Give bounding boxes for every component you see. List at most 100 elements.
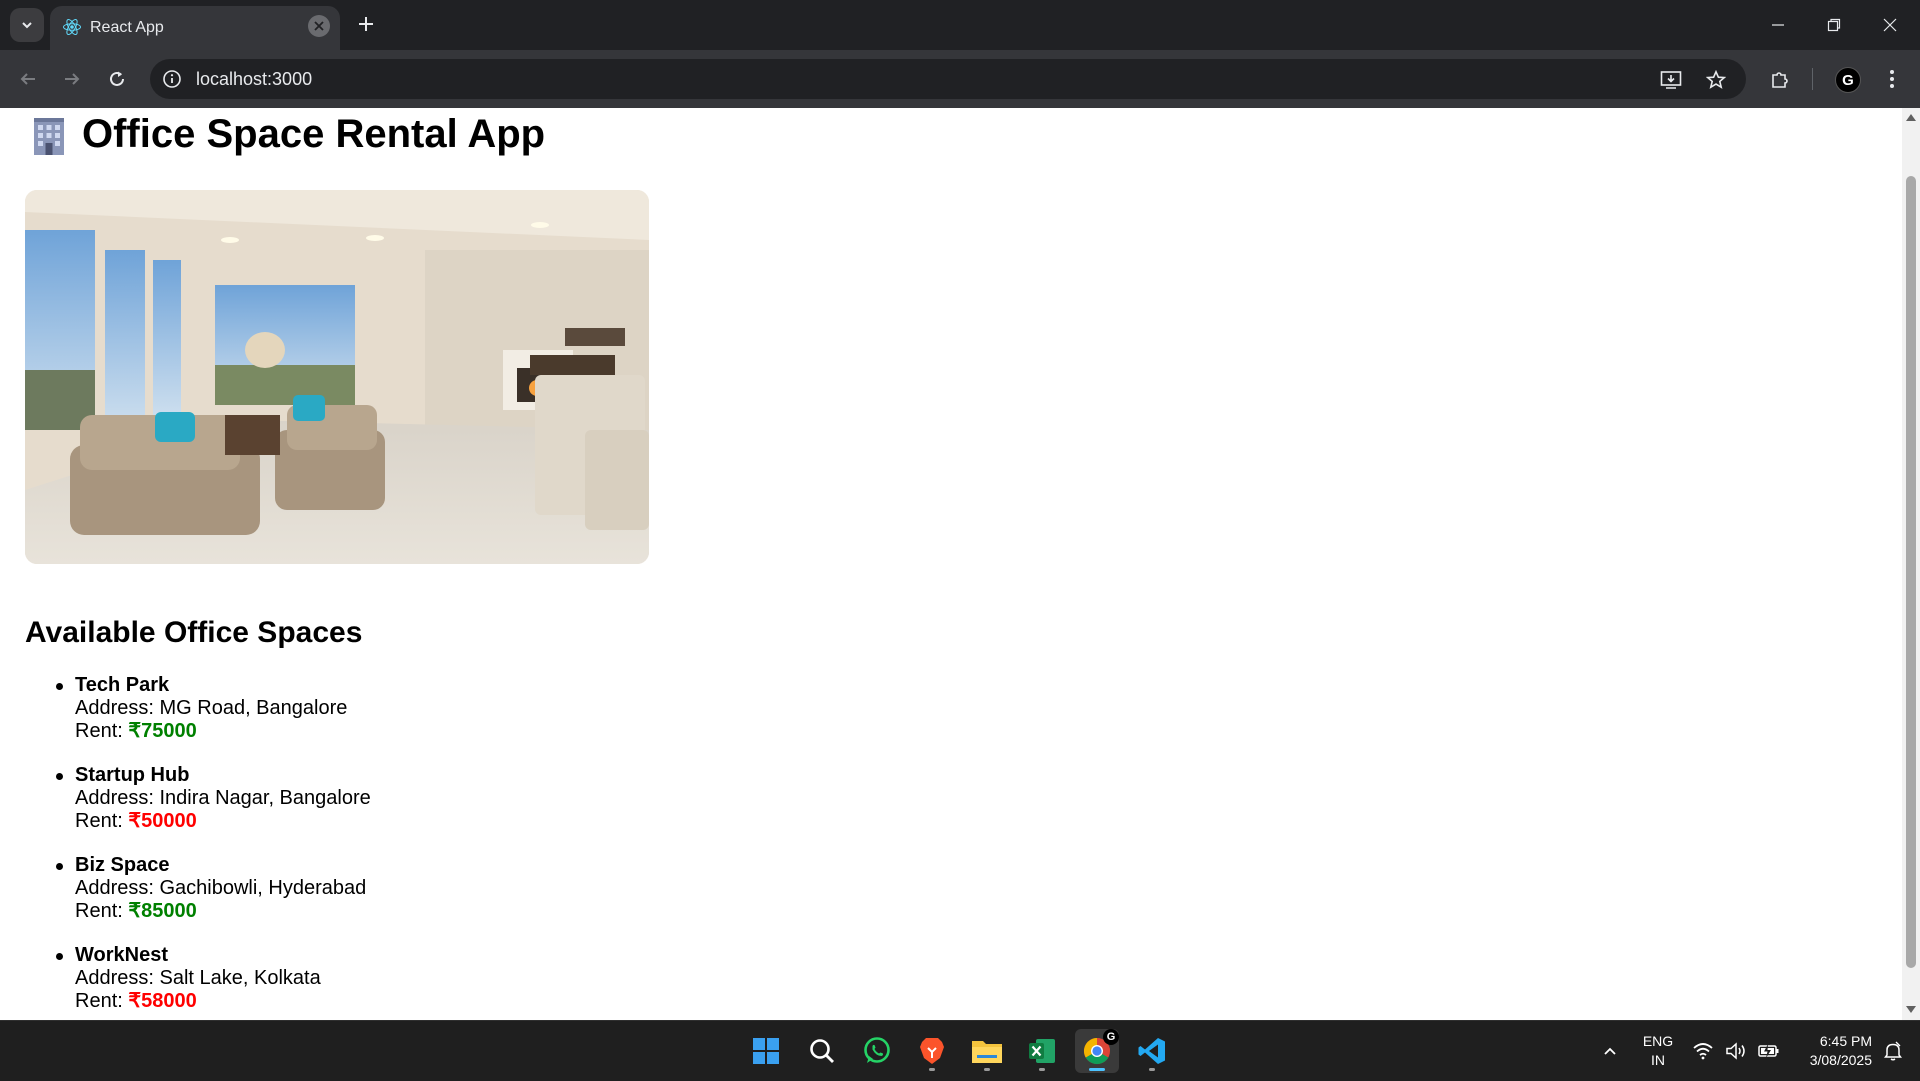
language-code: ENG bbox=[1642, 1033, 1674, 1049]
space-address: Address: MG Road, Bangalore bbox=[75, 697, 371, 720]
minimize-button[interactable] bbox=[1750, 0, 1806, 50]
section-title: Available Office Spaces bbox=[25, 616, 363, 649]
url-text[interactable]: localhost:3000 bbox=[196, 69, 312, 90]
plus-icon bbox=[359, 17, 373, 31]
office-building-icon bbox=[34, 117, 64, 155]
chevron-up-icon bbox=[1604, 1047, 1616, 1055]
clock-time: 6:45 PM bbox=[1819, 1033, 1872, 1049]
taskbar-brave[interactable] bbox=[910, 1029, 954, 1073]
toolbar-divider bbox=[1812, 68, 1813, 90]
tab-title: React App bbox=[90, 19, 164, 36]
search-button[interactable] bbox=[800, 1029, 844, 1073]
clock[interactable]: 6:45 PM 3/08/2025 bbox=[1790, 1032, 1872, 1070]
space-name: Tech Park bbox=[75, 674, 170, 696]
space-rent: Rent: ₹50000 bbox=[75, 810, 197, 832]
extensions-button[interactable] bbox=[1764, 63, 1796, 95]
tab-search-button[interactable] bbox=[10, 8, 44, 42]
running-indicator bbox=[1089, 1068, 1105, 1071]
space-address: Address: Gachibowli, Hyderabad bbox=[75, 877, 371, 900]
scroll-up-arrow[interactable] bbox=[1906, 114, 1916, 121]
show-hidden-icons-button[interactable] bbox=[1590, 1029, 1630, 1073]
scroll-thumb[interactable] bbox=[1906, 176, 1916, 968]
chrome-profile-badge: G bbox=[1103, 1029, 1119, 1045]
notifications-button[interactable] bbox=[1876, 1029, 1910, 1073]
office-space-list: Tech Park Address: MG Road, Bangalore Re… bbox=[56, 674, 371, 1020]
taskbar-chrome[interactable]: G bbox=[1075, 1029, 1119, 1073]
address-label: Address: bbox=[75, 787, 160, 809]
address-label: Address: bbox=[75, 967, 160, 989]
page-title: Office Space Rental App bbox=[30, 112, 545, 157]
address-value: MG Road, Bangalore bbox=[159, 697, 348, 719]
rent-value: ₹50000 bbox=[128, 810, 197, 832]
space-rent: Rent: ₹85000 bbox=[75, 900, 197, 922]
whatsapp-icon bbox=[864, 1037, 890, 1063]
star-icon bbox=[1706, 70, 1726, 89]
scroll-down-arrow[interactable] bbox=[1906, 1006, 1916, 1013]
page-viewport: Office Space Rental App Available Office… bbox=[0, 108, 1902, 1020]
space-name: Startup Hub bbox=[75, 764, 190, 786]
clock-date: 3/08/2025 bbox=[1809, 1052, 1872, 1068]
restore-button[interactable] bbox=[1806, 0, 1862, 50]
forward-button[interactable] bbox=[56, 63, 88, 95]
rent-value: ₹85000 bbox=[128, 900, 197, 922]
install-app-button[interactable] bbox=[1658, 67, 1684, 93]
install-icon bbox=[1660, 71, 1682, 89]
reload-icon bbox=[110, 71, 124, 86]
running-indicator bbox=[1039, 1068, 1045, 1071]
quick-settings-button[interactable] bbox=[1686, 1029, 1786, 1073]
start-button[interactable] bbox=[744, 1029, 788, 1073]
rent-label: Rent: bbox=[75, 990, 129, 1012]
list-item: Startup Hub Address: Indira Nagar, Banga… bbox=[56, 764, 371, 833]
address-value: Gachibowli, Hyderabad bbox=[159, 877, 367, 899]
running-indicator bbox=[929, 1068, 935, 1071]
profile-avatar[interactable]: G bbox=[1835, 67, 1861, 93]
back-button[interactable] bbox=[12, 63, 44, 95]
rent-label: Rent: bbox=[75, 810, 129, 832]
wifi-icon bbox=[1693, 1043, 1713, 1060]
brave-icon bbox=[920, 1038, 944, 1064]
menu-button[interactable] bbox=[1876, 63, 1908, 95]
list-item: Tech Park Address: MG Road, Bangalore Re… bbox=[56, 674, 371, 743]
running-indicator bbox=[1149, 1068, 1155, 1071]
tab-close-button[interactable] bbox=[308, 15, 330, 37]
close-icon bbox=[314, 21, 324, 31]
space-address: Address: Salt Lake, Kolkata bbox=[75, 967, 371, 990]
close-window-button[interactable] bbox=[1862, 0, 1918, 50]
arrow-left-icon bbox=[20, 73, 35, 85]
search-icon bbox=[810, 1039, 834, 1063]
taskbar-file-explorer[interactable] bbox=[965, 1029, 1009, 1073]
puzzle-icon bbox=[1772, 72, 1788, 88]
volume-icon bbox=[1726, 1042, 1745, 1060]
taskbar-excel[interactable] bbox=[1020, 1029, 1064, 1073]
address-label: Address: bbox=[75, 877, 160, 899]
info-icon[interactable] bbox=[162, 69, 182, 89]
tab-strip: React App bbox=[0, 0, 1920, 50]
arrow-right-icon bbox=[65, 73, 80, 85]
taskbar-whatsapp[interactable] bbox=[855, 1029, 899, 1073]
notification-bell-icon bbox=[1884, 1041, 1902, 1061]
page-title-text: Office Space Rental App bbox=[82, 112, 546, 156]
running-indicator bbox=[984, 1068, 990, 1071]
browser-toolbar: localhost:3000 bbox=[0, 50, 1920, 108]
address-bar[interactable]: localhost:3000 bbox=[150, 59, 1746, 99]
address-label: Address: bbox=[75, 697, 160, 719]
page-scrollbar[interactable] bbox=[1902, 108, 1920, 1020]
list-item: Biz Space Address: Gachibowli, Hyderabad… bbox=[56, 854, 371, 923]
chevron-down-icon bbox=[22, 22, 32, 29]
minimize-icon bbox=[1772, 24, 1784, 26]
react-icon bbox=[63, 18, 81, 36]
list-item: WorkNest Address: Salt Lake, Kolkata Ren… bbox=[56, 944, 371, 1013]
new-tab-button[interactable] bbox=[352, 10, 380, 38]
rent-value: ₹58000 bbox=[128, 990, 197, 1012]
space-name: WorkNest bbox=[75, 944, 168, 966]
browser-tab[interactable]: React App bbox=[50, 6, 340, 50]
more-vertical-icon bbox=[1890, 70, 1894, 88]
excel-icon bbox=[1029, 1039, 1055, 1063]
bookmark-button[interactable] bbox=[1703, 67, 1729, 93]
restore-icon bbox=[1827, 18, 1841, 32]
reload-button[interactable] bbox=[101, 63, 133, 95]
address-value: Salt Lake, Kolkata bbox=[159, 967, 321, 989]
rent-label: Rent: bbox=[75, 900, 129, 922]
taskbar-vscode[interactable] bbox=[1130, 1029, 1174, 1073]
language-indicator[interactable]: ENG IN bbox=[1640, 1032, 1676, 1070]
